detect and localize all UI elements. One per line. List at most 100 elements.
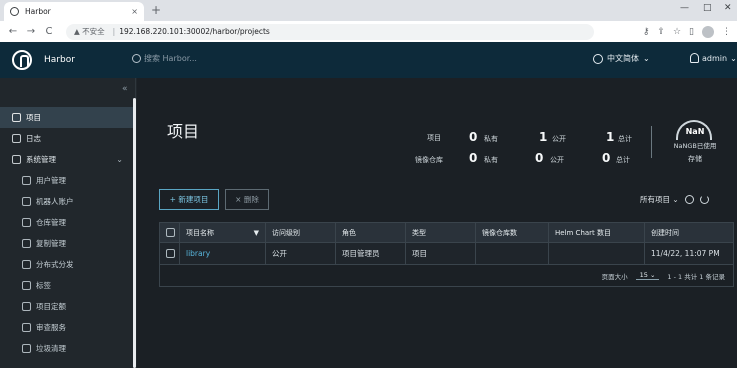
table-row: library 公开 项目管理员 项目 11/4/22, 11:07 PM xyxy=(159,243,734,265)
delete-button[interactable]: × 删除 xyxy=(225,189,269,210)
global-search[interactable]: 搜索 Harbor... xyxy=(132,53,197,64)
project-stats: 项目 镜像仓库 0 私有 1 公开 1 总计 0 私有 0 公开 0 总计 xyxy=(407,130,647,170)
harbor-favicon-icon xyxy=(10,7,19,16)
table-header: 项目名称 ▼ 访问级别 角色 类型 镜像仓库数 Helm Chart 数目 创建… xyxy=(159,222,734,243)
registry-icon xyxy=(22,218,31,227)
brand-name[interactable]: Harbor xyxy=(44,55,75,65)
replication-icon xyxy=(22,239,31,248)
address-bar: ← → C ▲ 不安全 | 192.168.220.101:30002/harb… xyxy=(0,21,737,42)
refresh-icon[interactable] xyxy=(699,195,709,204)
harbor-logo-icon[interactable] xyxy=(12,50,32,70)
reload-button[interactable]: C xyxy=(42,26,56,37)
sidebar-item-label: 标签 xyxy=(36,281,51,290)
sidebar-item-quotas[interactable]: 项目定额 xyxy=(0,296,133,317)
chevron-down-icon: ⌄ xyxy=(643,54,650,63)
column-header-repo-count[interactable]: 镜像仓库数 xyxy=(476,223,549,242)
cell-access: 公开 xyxy=(266,243,336,264)
security-warning[interactable]: ▲ 不安全 xyxy=(74,26,105,37)
sidebar-item-label: 用户管理 xyxy=(36,176,66,185)
language-switcher[interactable]: 中文简体 ⌄ xyxy=(593,53,650,64)
back-button[interactable]: ← xyxy=(6,26,20,37)
cell-created: 11/4/22, 11:07 PM xyxy=(651,249,720,258)
sidebar-item-robot-accounts[interactable]: 机器人账户 xyxy=(0,191,133,212)
tab-title: Harbor xyxy=(25,7,51,16)
cell-type: 项目 xyxy=(406,243,476,264)
sidebar-item-scanners[interactable]: 审查服务 xyxy=(0,317,133,338)
column-header-chart-count[interactable]: Helm Chart 数目 xyxy=(549,223,645,242)
new-project-button[interactable]: + 新建项目 xyxy=(159,189,219,210)
new-tab-button[interactable]: + xyxy=(151,3,161,17)
project-name-link[interactable]: library xyxy=(180,243,266,264)
collapse-sidebar-icon[interactable]: « xyxy=(122,84,128,94)
column-label: 项目名称 xyxy=(186,228,214,237)
sidebar-scrollbar[interactable] xyxy=(133,98,136,368)
select-all-cell xyxy=(160,223,180,242)
sidebar-item-distributions[interactable]: 分布式分发 xyxy=(0,254,133,275)
url-input[interactable]: ▲ 不安全 | 192.168.220.101:30002/harbor/pro… xyxy=(66,23,594,40)
select-all-checkbox[interactable] xyxy=(166,228,175,237)
column-header-created[interactable]: 创建时间 xyxy=(645,223,733,242)
stat-total-repos: 0 xyxy=(602,151,611,165)
sidebar-item-label: 项目 xyxy=(26,113,41,122)
user-menu[interactable]: admin ⌄ xyxy=(690,53,737,63)
sidebar-item-garbage-collection[interactable]: 垃圾清理 xyxy=(0,338,133,359)
sidebar-item-projects[interactable]: 项目 xyxy=(0,107,133,128)
column-header-role[interactable]: 角色 xyxy=(336,223,406,242)
column-header-type[interactable]: 类型 xyxy=(406,223,476,242)
search-icon[interactable] xyxy=(684,195,694,204)
forward-button[interactable]: → xyxy=(24,26,38,37)
share-icon[interactable]: ⇪ xyxy=(657,27,665,37)
stat-total-repos-label: 总计 xyxy=(616,156,630,164)
cell-role: 项目管理员 xyxy=(336,243,406,264)
sidepanel-icon[interactable]: ▯ xyxy=(689,27,694,37)
sidebar-item-users[interactable]: 用户管理 xyxy=(0,170,133,191)
stats-divider xyxy=(651,126,652,158)
search-icon xyxy=(132,54,141,63)
page-title: 项目 xyxy=(167,122,200,141)
admin-icon xyxy=(12,155,21,164)
key-icon[interactable]: ⚷ xyxy=(643,27,650,37)
project-filter-select[interactable]: 所有项目 ⌄ xyxy=(640,194,679,205)
sidebar-item-labels[interactable]: 标签 xyxy=(0,275,133,296)
sidebar-item-replications[interactable]: 复制管理 xyxy=(0,233,133,254)
sidebar: « 项目 日志 系统管理 ⌄ 用户管理 机器人账户 仓库管理 复制管理 分布式分… xyxy=(0,78,136,368)
quota-storage-label: 存储 xyxy=(688,155,702,163)
maximize-button[interactable]: □ xyxy=(703,3,712,13)
filter-icon[interactable]: ▼ xyxy=(254,229,259,237)
star-icon[interactable]: ☆ xyxy=(673,27,681,37)
share-nodes-icon xyxy=(22,260,31,269)
app-header: Harbor 搜索 Harbor... 中文简体 ⌄ admin ⌄ xyxy=(0,42,737,78)
chevron-down-icon: ⌄ xyxy=(730,53,737,63)
page-size-select[interactable]: 15 ⌄ xyxy=(635,271,660,280)
sidebar-item-registries[interactable]: 仓库管理 xyxy=(0,212,133,233)
browser-actions: ⚷ ⇪ ☆ ▯ ⋮ xyxy=(643,25,731,38)
stat-private-projects-label: 私有 xyxy=(484,135,498,143)
row-checkbox[interactable] xyxy=(166,249,175,258)
column-header-name[interactable]: 项目名称 ▼ xyxy=(180,223,266,242)
browser-tab[interactable]: Harbor × xyxy=(4,2,144,21)
search-input[interactable]: 搜索 Harbor... xyxy=(144,53,197,64)
url-separator: | xyxy=(112,27,116,36)
page-size-label: 页面大小 xyxy=(601,272,628,281)
minimize-button[interactable]: — xyxy=(680,3,689,13)
column-header-access[interactable]: 访问级别 xyxy=(266,223,336,242)
cell-repo-count xyxy=(476,243,549,264)
browser-tab-bar: Harbor × + — □ ✕ xyxy=(0,0,737,21)
stat-public-projects: 1 xyxy=(539,130,548,144)
sidebar-item-administration[interactable]: 系统管理 ⌄ xyxy=(0,149,133,170)
profile-avatar[interactable] xyxy=(702,25,714,38)
chevron-down-icon: ⌄ xyxy=(116,155,123,164)
shield-icon xyxy=(22,323,31,332)
stat-label-repos: 镜像仓库 xyxy=(415,156,443,164)
logs-icon xyxy=(12,134,21,143)
stat-public-repos: 0 xyxy=(535,151,544,165)
sidebar-item-label: 复制管理 xyxy=(36,239,66,248)
stat-label-projects: 项目 xyxy=(427,134,441,142)
trash-icon xyxy=(22,344,31,353)
stat-private-repos: 0 xyxy=(469,151,478,165)
window-close-button[interactable]: ✕ xyxy=(724,3,732,13)
sidebar-item-logs[interactable]: 日志 xyxy=(0,128,133,149)
menu-icon[interactable]: ⋮ xyxy=(722,27,731,37)
tab-close-icon[interactable]: × xyxy=(131,7,138,16)
projects-table: 项目名称 ▼ 访问级别 角色 类型 镜像仓库数 Helm Chart 数目 创建… xyxy=(159,222,734,287)
